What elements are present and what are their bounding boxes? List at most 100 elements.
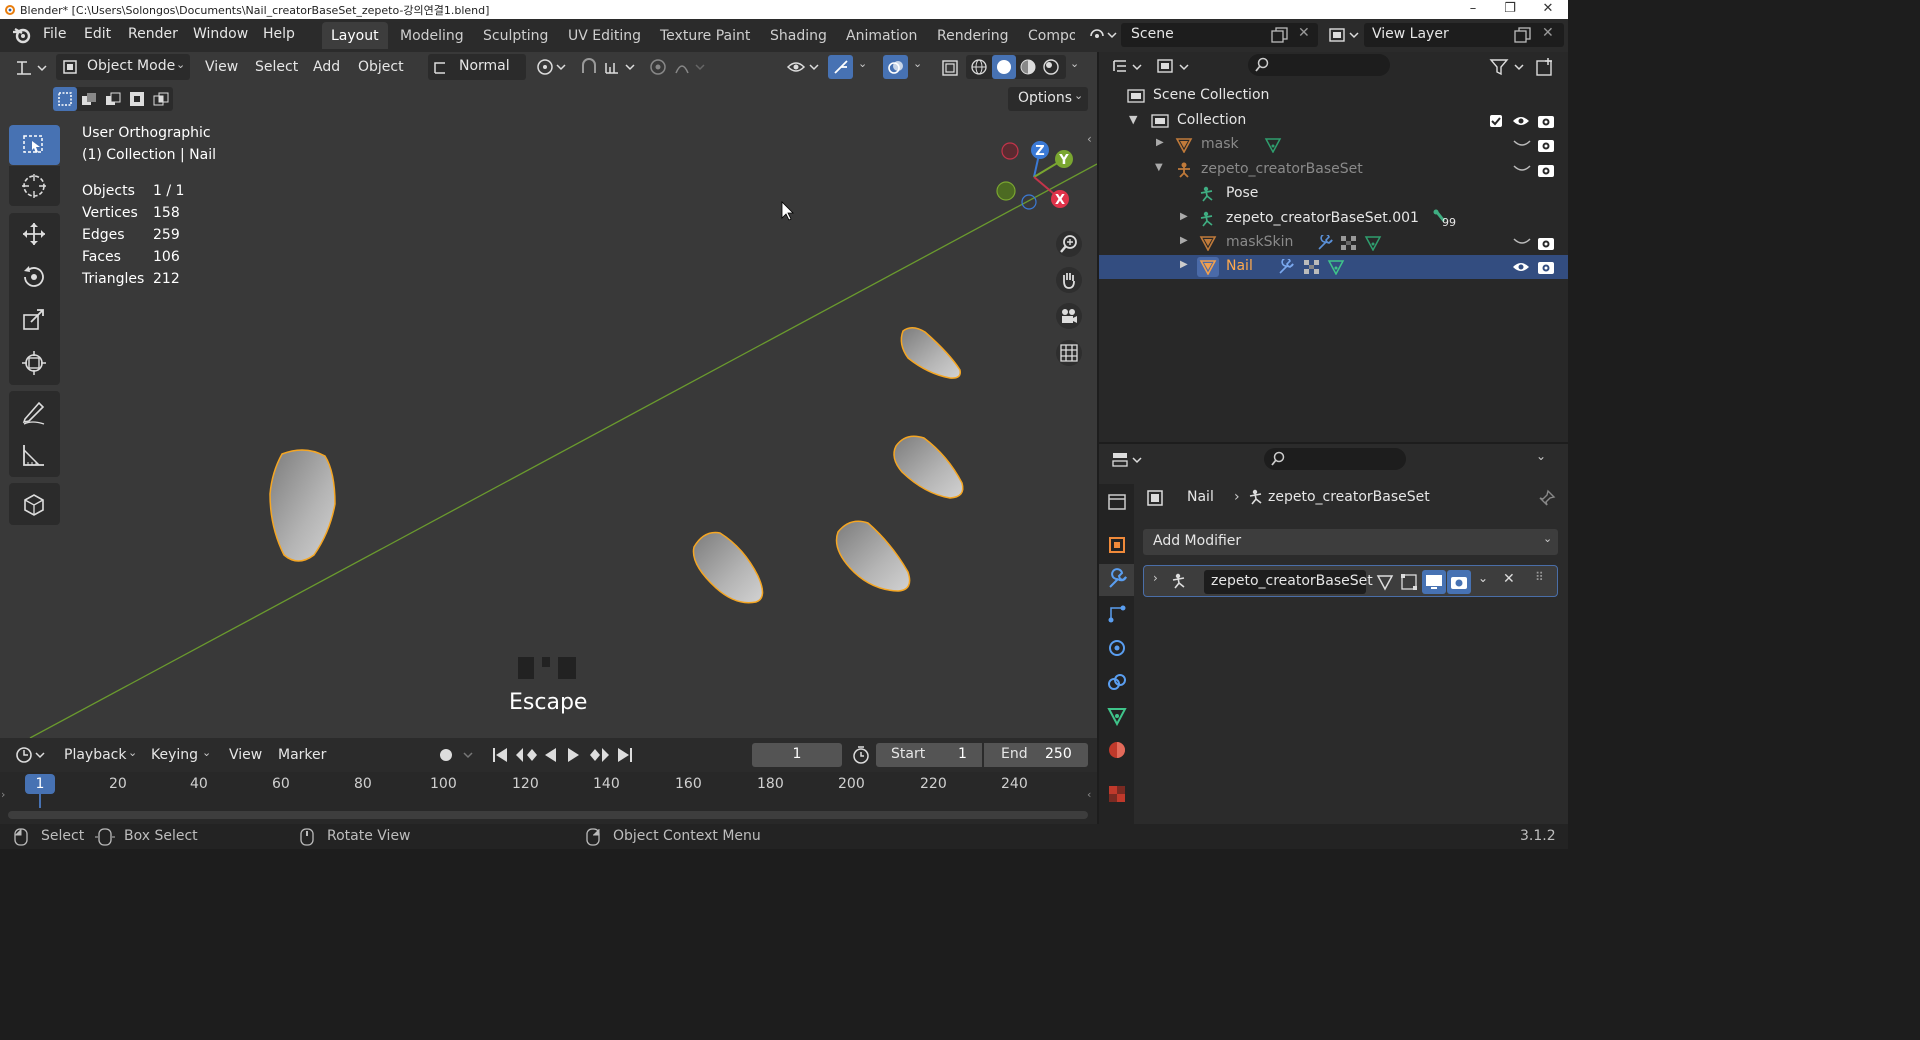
properties-options-chevron-icon[interactable]: ⌄: [1536, 449, 1546, 463]
keying-menu[interactable]: Keying ⌄: [144, 742, 216, 768]
nail-mesh[interactable]: [835, 520, 911, 592]
close-window-button[interactable]: ✕: [1528, 0, 1568, 19]
particles-tab-icon[interactable]: [1105, 602, 1129, 626]
play-icon[interactable]: [568, 748, 579, 762]
timeline-menu-marker[interactable]: Marker: [278, 747, 326, 763]
filter-icon[interactable]: [1489, 57, 1527, 77]
neg-y-axis-handle[interactable]: [996, 181, 1016, 201]
outliner-row-mask[interactable]: ▶ mask: [1099, 133, 1568, 157]
minimize-button[interactable]: –: [1453, 0, 1493, 19]
neg-z-axis-handle[interactable]: [1021, 194, 1037, 210]
navigation-gizmo[interactable]: Z Y X: [996, 137, 1081, 217]
timeline-menu-view[interactable]: View: [229, 747, 262, 763]
timeline-editor-type-icon[interactable]: [14, 745, 48, 765]
tab-modeling[interactable]: Modeling: [391, 22, 473, 49]
expand-arrow-icon[interactable]: ▶: [1180, 235, 1188, 246]
eye-closed-icon[interactable]: [1513, 164, 1531, 174]
timeline-scrollbar[interactable]: [8, 811, 1088, 819]
properties-editor[interactable]: ⌄ Nail › zepeto_creatorBaseSet Add Modif…: [1099, 444, 1568, 824]
menu-file[interactable]: File: [43, 26, 66, 42]
tab-animation[interactable]: Animation: [837, 22, 926, 49]
render-toggle[interactable]: [1447, 570, 1471, 594]
expand-arrow-icon[interactable]: ▶: [1180, 259, 1188, 270]
neg-x-axis-handle[interactable]: [1001, 142, 1019, 160]
display-mode-icon[interactable]: [1156, 57, 1192, 77]
current-frame-marker[interactable]: 1: [25, 774, 55, 794]
modifier-tab-active[interactable]: [1099, 564, 1134, 596]
maximize-button[interactable]: ❐: [1490, 0, 1530, 19]
expand-arrow-icon[interactable]: ▼: [1155, 162, 1163, 173]
prev-keyframe-icon[interactable]: [516, 748, 537, 762]
render-camera-icon[interactable]: [1537, 162, 1555, 178]
3d-viewport[interactable]: Object Mode ⌄ View Select Add Object Nor…: [0, 52, 1097, 738]
jump-start-icon[interactable]: [493, 748, 507, 762]
scene-canvas[interactable]: [0, 52, 1097, 738]
duplicate-scene-icon[interactable]: [1271, 27, 1289, 43]
outliner-row-scene-collection[interactable]: Scene Collection: [1099, 84, 1568, 108]
mesh-data-tab-icon[interactable]: [1105, 704, 1129, 728]
remove-modifier-icon[interactable]: ✕: [1503, 571, 1515, 587]
outliner-row-maskskin[interactable]: ▶ maskSkin: [1099, 231, 1568, 255]
perspective-toggle-icon[interactable]: [1055, 339, 1083, 367]
nail-mesh[interactable]: [269, 449, 336, 562]
blender-menu-icon[interactable]: [12, 26, 32, 44]
auto-keying-icon[interactable]: [436, 745, 478, 765]
tab-texture-paint[interactable]: Texture Paint: [651, 22, 759, 49]
outliner-row-armature[interactable]: ▼ zepeto_creatorBaseSet: [1099, 158, 1568, 182]
drag-handle-icon[interactable]: ⠿: [1535, 570, 1544, 584]
duplicate-view-layer-icon[interactable]: [1514, 27, 1532, 43]
sidebar-toggle-icon[interactable]: ‹: [1087, 132, 1092, 146]
menu-help[interactable]: Help: [263, 26, 295, 42]
current-frame-field[interactable]: 1: [752, 743, 842, 767]
checkbox-icon[interactable]: [1489, 114, 1503, 128]
physics-tab-icon[interactable]: [1105, 636, 1129, 660]
outliner-row-armature-data[interactable]: ▶ zepeto_creatorBaseSet.001 99: [1099, 207, 1568, 231]
tab-shading[interactable]: Shading: [761, 22, 836, 49]
outliner-editor-type-icon[interactable]: [1111, 57, 1145, 77]
eye-icon[interactable]: [1512, 260, 1530, 274]
scroll-left-icon[interactable]: ›: [1, 788, 5, 801]
nail-mesh[interactable]: [900, 327, 962, 379]
start-frame-field[interactable]: Start 1: [876, 743, 982, 767]
nail-mesh[interactable]: [692, 531, 764, 604]
expand-arrow-icon[interactable]: ▶: [1156, 137, 1164, 148]
modifier-panel[interactable]: › zepeto_creatorBaseSet ⌄ ✕ ⠿: [1143, 565, 1558, 597]
edit-mode-cage-icon[interactable]: [1376, 573, 1394, 591]
view-layer-icon[interactable]: [1328, 26, 1362, 44]
play-reverse-icon[interactable]: [545, 748, 556, 762]
constraints-tab-icon[interactable]: [1105, 670, 1129, 694]
tab-rendering[interactable]: Rendering: [928, 22, 1018, 49]
eye-closed-icon[interactable]: [1513, 237, 1531, 247]
remove-scene-icon[interactable]: ✕: [1298, 25, 1310, 41]
eye-icon[interactable]: [1512, 114, 1530, 128]
tab-uv-editing[interactable]: UV Editing: [559, 22, 650, 49]
menu-edit[interactable]: Edit: [84, 26, 111, 42]
outliner-row-collection[interactable]: ▼ Collection: [1099, 109, 1568, 133]
eye-closed-icon[interactable]: [1513, 139, 1531, 149]
pan-hand-icon[interactable]: [1055, 266, 1083, 294]
end-frame-field[interactable]: End 250: [984, 743, 1088, 767]
render-camera-icon[interactable]: [1537, 259, 1555, 275]
nail-mesh[interactable]: [893, 435, 964, 499]
outliner-row-nail[interactable]: ▶ Nail: [1099, 255, 1568, 279]
properties-search-input[interactable]: [1264, 448, 1406, 470]
scroll-right-icon[interactable]: ‹: [1087, 788, 1091, 801]
scene-icon[interactable]: [1088, 26, 1118, 44]
render-camera-icon[interactable]: [1537, 113, 1555, 129]
expand-arrow-icon[interactable]: ▶: [1180, 211, 1188, 222]
view-layer-field[interactable]: View Layer ✕: [1364, 23, 1564, 47]
material-tab-icon[interactable]: [1105, 738, 1129, 762]
camera-view-icon[interactable]: [1055, 302, 1083, 330]
object-tab-icon[interactable]: [1105, 533, 1129, 557]
outliner-row-pose[interactable]: Pose: [1099, 182, 1568, 206]
menu-window[interactable]: Window: [193, 26, 248, 42]
add-modifier-dropdown[interactable]: Add Modifier ⌄: [1143, 529, 1558, 555]
tab-compositing[interactable]: Compo: [1019, 22, 1075, 49]
edit-mode-icon[interactable]: [1400, 573, 1418, 591]
realtime-display-toggle[interactable]: [1422, 570, 1446, 594]
preview-range-icon[interactable]: [850, 745, 872, 765]
modifier-menu-chevron-icon[interactable]: ⌄: [1478, 571, 1488, 585]
outliner-search-input[interactable]: [1248, 54, 1390, 76]
zoom-icon[interactable]: [1055, 230, 1083, 258]
pin-icon[interactable]: [1538, 489, 1556, 507]
